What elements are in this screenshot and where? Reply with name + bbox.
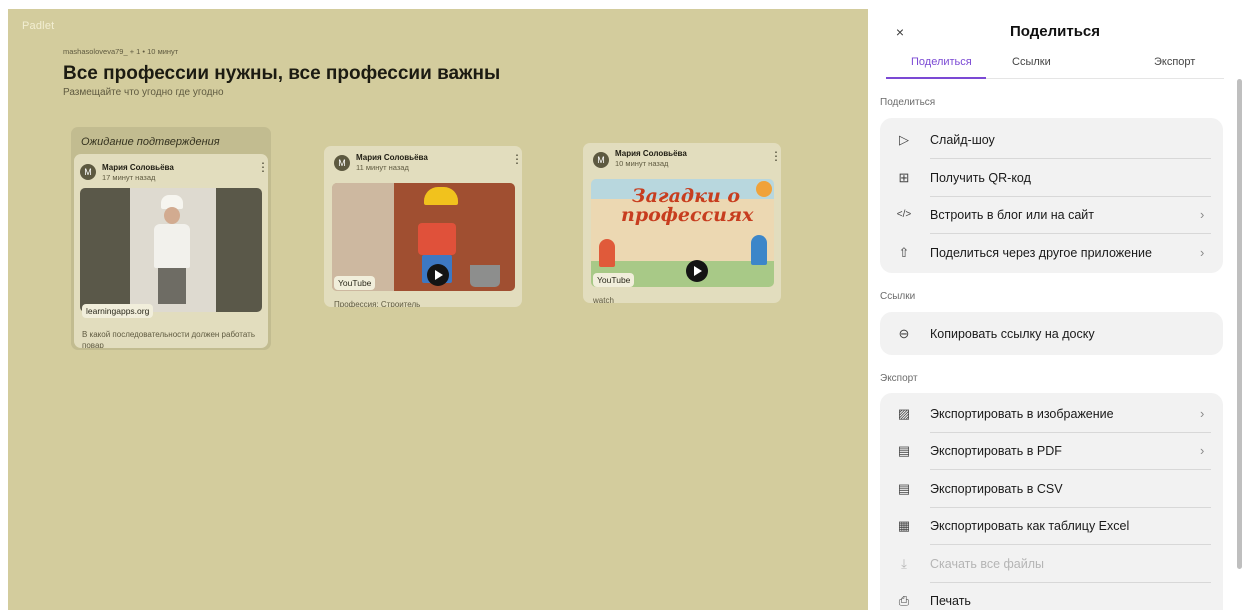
option-label: Экспортировать в CSV	[930, 482, 1063, 496]
play-icon[interactable]	[427, 264, 449, 286]
export-options-group: ▨ Экспортировать в изображение › ▤ Экспо…	[880, 393, 1223, 610]
pdf-file-icon: ▤	[897, 443, 911, 458]
kid-shape	[599, 239, 615, 267]
avatar: M	[80, 164, 96, 180]
option-label: Получить QR-код	[930, 171, 1031, 185]
post-time: 17 минут назад	[102, 173, 156, 182]
chevron-right-icon: ›	[1200, 443, 1205, 458]
chevron-right-icon: ›	[1200, 406, 1205, 421]
board-subtitle: Размещайте что угодно где угодно	[63, 87, 224, 98]
section-label-export: Экспорт	[880, 373, 918, 384]
panel-title: Поделиться	[1009, 23, 1101, 40]
more-options-icon[interactable]: ⋮	[511, 153, 522, 166]
section-label-links: Ссылки	[880, 291, 916, 302]
post-time: 10 минут назад	[615, 159, 669, 168]
tab-share[interactable]: Поделиться	[911, 56, 972, 68]
code-icon: </>	[896, 209, 912, 220]
post-author: Мария Соловьёва	[615, 149, 687, 158]
post-caption: Профессия: Строитель	[334, 300, 421, 307]
link-icon: ⊖	[898, 326, 910, 341]
share-options-group: ▷ Слайд-шоу ⊞ Получить QR-код </> Встрои…	[880, 118, 1223, 273]
qr-code-option[interactable]: ⊞ Получить QR-код	[880, 159, 1223, 197]
option-label: Копировать ссылку на доску	[930, 327, 1095, 341]
share-panel: × Поделиться Поделиться Ссылки Экспорт П…	[868, 0, 1242, 610]
option-label: Экспортировать как таблицу Excel	[930, 519, 1130, 533]
chef-head-shape	[164, 207, 180, 224]
download-icon: ⤓	[901, 556, 907, 571]
section-label-share: Поделиться	[880, 97, 936, 108]
padlet-logo[interactable]: Padlet	[22, 20, 54, 32]
padlet-board: Padlet mashasoloveva79_ + 1 • 10 минут В…	[8, 9, 868, 610]
active-tab-indicator	[886, 77, 986, 79]
source-chip[interactable]: learningapps.org	[82, 304, 154, 318]
more-options-icon[interactable]: ⋮	[770, 150, 781, 163]
post-caption: В какой последовательности должен работа…	[82, 330, 255, 348]
download-all-files-option: ⤓ Скачать все файлы	[880, 545, 1223, 583]
csv-file-icon: ▤	[897, 481, 911, 496]
post-thumbnail[interactable]	[80, 188, 262, 312]
post-author: Мария Соловьёва	[356, 153, 428, 162]
video-thumbnail[interactable]	[332, 183, 515, 291]
tab-links[interactable]: Ссылки	[1012, 56, 1051, 68]
chevron-right-icon: ›	[1200, 207, 1205, 222]
image-icon: ▨	[897, 406, 911, 421]
option-label: Экспортировать в PDF	[930, 444, 1062, 458]
option-label: Встроить в блог или на сайт	[930, 208, 1095, 222]
pending-approval-label: Ожидание подтверждения	[81, 136, 220, 148]
play-icon[interactable]	[686, 260, 708, 282]
embed-option[interactable]: </> Встроить в блог или на сайт ›	[880, 196, 1223, 234]
play-outline-icon: ▷	[899, 132, 909, 147]
post-card[interactable]: M Мария Соловьёва 10 минут назад ⋮ Загад…	[583, 143, 781, 303]
option-label: Печать	[930, 594, 971, 608]
avatar: M	[593, 152, 609, 168]
avatar: M	[334, 155, 350, 171]
kid-shape	[751, 235, 767, 265]
post-caption: watch	[593, 296, 614, 303]
chef-pants-shape	[158, 268, 186, 304]
share-icon: ⇧	[898, 245, 910, 260]
post-card[interactable]: M Мария Соловьёва 17 минут назад ⋮ learn…	[74, 154, 268, 348]
more-options-icon[interactable]: ⋮	[257, 161, 268, 174]
board-title: Все профессии нужны, все профессии важны	[63, 63, 501, 84]
thumbnail-title: Загадки о профессиях	[621, 185, 754, 226]
printer-icon: ⎙	[898, 593, 910, 608]
export-image-option[interactable]: ▨ Экспортировать в изображение ›	[880, 395, 1223, 433]
tab-export[interactable]: Экспорт	[1154, 56, 1195, 68]
boy-body-shape	[418, 223, 456, 255]
print-option[interactable]: ⎙ Печать	[880, 582, 1223, 610]
export-excel-option[interactable]: ▦ Экспортировать как таблицу Excel	[880, 507, 1223, 545]
source-chip[interactable]: YouTube	[593, 273, 635, 287]
option-label: Экспортировать в изображение	[930, 407, 1114, 421]
option-label: Поделиться через другое приложение	[930, 246, 1152, 260]
option-label: Слайд-шоу	[930, 133, 995, 147]
panel-scrollbar[interactable]	[1237, 79, 1242, 569]
excel-file-icon: ▦	[897, 518, 911, 533]
chef-jacket-shape	[154, 224, 190, 268]
chevron-right-icon: ›	[1200, 245, 1205, 260]
export-pdf-option[interactable]: ▤ Экспортировать в PDF ›	[880, 432, 1223, 470]
video-thumbnail[interactable]: Загадки о профессиях	[591, 179, 774, 287]
hard-hat-shape	[424, 187, 458, 205]
thumbnail-blur-area	[332, 183, 394, 291]
post-author: Мария Соловьёва	[102, 163, 174, 172]
sun-shape	[756, 181, 772, 197]
copy-link-option[interactable]: ⊖ Копировать ссылку на доску	[880, 315, 1223, 353]
source-chip[interactable]: YouTube	[334, 276, 376, 290]
post-time: 11 минут назад	[356, 163, 409, 172]
share-via-app-option[interactable]: ⇧ Поделиться через другое приложение ›	[880, 234, 1223, 272]
bucket-shape	[470, 265, 500, 287]
links-options-group: ⊖ Копировать ссылку на доску	[880, 312, 1223, 355]
option-label: Скачать все файлы	[930, 557, 1045, 571]
board-meta: mashasoloveva79_ + 1 • 10 минут	[63, 47, 179, 56]
export-csv-option[interactable]: ▤ Экспортировать в CSV	[880, 470, 1223, 508]
slideshow-option[interactable]: ▷ Слайд-шоу	[880, 121, 1223, 159]
post-card[interactable]: M Мария Соловьёва 11 минут назад ⋮ YouTu…	[324, 146, 522, 307]
qr-code-icon: ⊞	[898, 170, 910, 185]
